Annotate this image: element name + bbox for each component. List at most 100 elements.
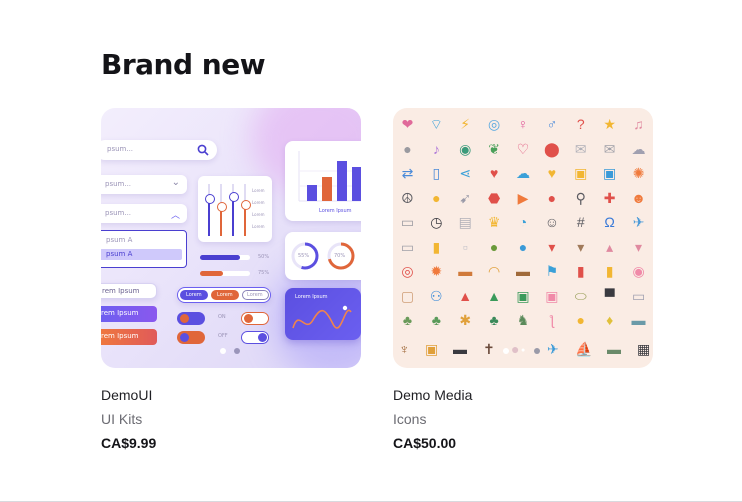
lock-open-icon: ▣ — [603, 165, 617, 182]
coffee-icon: ▾ — [577, 238, 585, 255]
stop-sign-icon: ⬣ — [487, 189, 501, 206]
hydrant-icon: ▲ — [458, 287, 473, 304]
preview-text: psum A — [106, 236, 133, 244]
pineapple2-icon: ♦ — [606, 312, 614, 329]
pie-chart-icon: ◔ — [518, 214, 528, 231]
pig-icon: ● — [511, 341, 520, 357]
trophy-icon: ♛ — [487, 214, 501, 231]
preview-wave-card: Lorem Ipsum — [285, 288, 361, 340]
preview-bar-chart: Lorem Ipsum — [285, 141, 361, 221]
star-icon: ★ — [603, 116, 616, 133]
product-name[interactable]: Demo Media — [393, 387, 472, 403]
product-price: CA$9.99 — [101, 435, 157, 451]
earth-icon: ◉ — [459, 140, 472, 157]
carousel-dot-active[interactable] — [220, 348, 226, 354]
ribbon-icon: ♡ — [516, 140, 530, 157]
dot-icon: ● — [521, 347, 526, 354]
preview-text: 55% — [298, 253, 310, 259]
chat-icon: ● — [403, 140, 412, 157]
product-name[interactable]: DemoUI — [101, 387, 152, 403]
icon-grid: ❤ ⌔ ⚡ ◎ ♀ ♂? ★ ♫ ● ♪ ◉ ❦ ♡ ⬤ ✉ ✉ ☁ ⇄ ▯ ⋖ ♥ ☁ ♥ ▣ ▣ ✺ ☮ ● ➹ ⬣ ▶ ● ⚲ ✚ ☻ ▭ ◷ ▤ ♛… — [393, 112, 653, 333]
first-aid-icon: ✚ — [603, 189, 616, 206]
preview-text: ON — [218, 314, 226, 320]
preview-donut-graphic — [291, 242, 355, 270]
share-icon: ⋖ — [459, 165, 472, 182]
preview-text: Lorem — [217, 292, 233, 298]
smile-icon: ☺ — [544, 214, 560, 231]
shuffle-icon: ⇄ — [401, 165, 414, 182]
leaf-icon: ❦ — [488, 140, 500, 157]
heart-rainbow-icon: ♥ — [547, 165, 557, 182]
mail-icon: ✉ — [603, 140, 616, 157]
cactus-pot-icon: ♣ — [402, 312, 413, 329]
music-icon: ♫ — [633, 116, 644, 133]
user-icon: ☻ — [631, 189, 646, 206]
preview-dropdown-open: psum... ︿ — [101, 204, 187, 223]
product-thumbnail[interactable]: ❤ ⌔ ⚡ ◎ ♀ ♂? ★ ♫ ● ♪ ◉ ❦ ♡ ⬤ ✉ ✉ ☁ ⇄ ▯ ⋖ ♥ ☁ ♥ ▣ ▣ ✺ ☮ ● ➹ ⬣ ▶ ● ⚲ ✚ ☻ ▭ ◷ ▤ ♛… — [393, 108, 653, 368]
phone-icon: ▯ — [432, 165, 441, 182]
car-icon: ▬ — [607, 341, 621, 357]
preview-text: 70% — [334, 253, 346, 259]
preview-sliders: Lorem Lorem Lorem Lorem — [198, 176, 272, 242]
chevron-down-icon: ⌄ — [171, 177, 180, 188]
product-category[interactable]: Icons — [393, 411, 426, 427]
heartbeat-icon: ♥ — [489, 165, 499, 182]
cloud-icon: ☁ — [631, 140, 646, 157]
gift-icon: ▣ — [516, 287, 530, 304]
cloud-upload-icon: ☁ — [515, 165, 530, 182]
alert-icon: ● — [547, 189, 557, 206]
flamingo-icon: ƪ — [549, 312, 555, 329]
carousel-dot[interactable] — [534, 348, 540, 354]
product-thumbnail[interactable]: psum... psum... ⌄ psum... ︿ psum A psum … — [101, 108, 361, 368]
question-icon: ? — [576, 116, 585, 133]
mail-open-icon: ✉ — [574, 140, 587, 157]
drink-icon: ▮ — [432, 238, 441, 255]
preview-text: Lorem — [247, 292, 263, 298]
product-category[interactable]: UI Kits — [101, 411, 142, 427]
male-icon: ♂ — [546, 116, 558, 133]
cross-icon: ✝ — [483, 341, 495, 357]
clapper-icon: ▦ — [637, 341, 651, 357]
avocado-icon: ● — [489, 238, 499, 255]
preview-text: psum... — [105, 180, 132, 188]
taco-icon: ◠ — [487, 263, 501, 280]
gear-icon: ✺ — [632, 165, 645, 182]
hi-bubble-icon: ● — [518, 238, 528, 255]
magnifier-icon: ⚲ — [575, 189, 586, 206]
preview-text: Lorem Ipsum — [319, 208, 352, 214]
preview-button-orange: rem Ipsum — [101, 329, 157, 345]
preview-dropdown: psum... ⌄ — [101, 175, 187, 194]
ship-icon: ▬ — [631, 312, 646, 329]
search-icon — [197, 144, 209, 156]
preview-search-bar: psum... — [101, 140, 217, 160]
chat-music-icon: ♪ — [432, 140, 440, 157]
play-icon: ▶ — [517, 189, 529, 206]
mug-icon: ▭ — [400, 238, 415, 255]
product-card-demo-media[interactable]: ❤ ⌔ ⚡ ◎ ♀ ♂? ★ ♫ ● ♪ ◉ ❦ ♡ ⬤ ✉ ✉ ☁ ⇄ ▯ ⋖ ♥ ☁ ♥ ▣ ▣ ✺ ☮ ● ➹ ⬣ ▶ ● ⚲ ✚ ☻ ▭ ◷ ▤ ♛… — [393, 108, 653, 451]
female-icon: ♀ — [517, 116, 529, 133]
preview-button-purple: rem Ipsum — [101, 306, 157, 322]
preview-text: rem Ipsum — [102, 287, 140, 295]
preview-text: OFF — [218, 333, 228, 339]
tree-icon: ▲ — [487, 287, 502, 304]
carousel-dot[interactable] — [234, 348, 240, 354]
preview-text: psum A — [106, 250, 133, 258]
product-price: CA$50.00 — [393, 435, 457, 451]
potted-plant-icon: ♣ — [489, 312, 499, 329]
burger-icon: ▬ — [515, 263, 530, 280]
globe-icon: ◎ — [487, 116, 501, 133]
preview-text: 50% — [258, 254, 270, 260]
balloon-icon: ● — [576, 312, 585, 329]
plane-icon: ✈ — [632, 214, 645, 231]
orange-icon: ✹ — [430, 263, 443, 280]
sailboat-icon: ⛵ — [575, 341, 593, 357]
paper-icon: ▫ — [462, 238, 468, 255]
lightning-icon: ⚡ — [460, 116, 471, 133]
preview-text: Lorem — [252, 188, 265, 193]
lantern-icon: ▣ — [425, 341, 439, 357]
preview-text: psum... — [105, 209, 132, 217]
bird-icon: ✈ — [547, 341, 559, 357]
carousel-dot-active[interactable] — [503, 348, 509, 354]
preview-wave-graphic — [292, 305, 352, 329]
product-card-demoui[interactable]: psum... psum... ⌄ psum... ︿ psum A psum … — [101, 108, 361, 451]
